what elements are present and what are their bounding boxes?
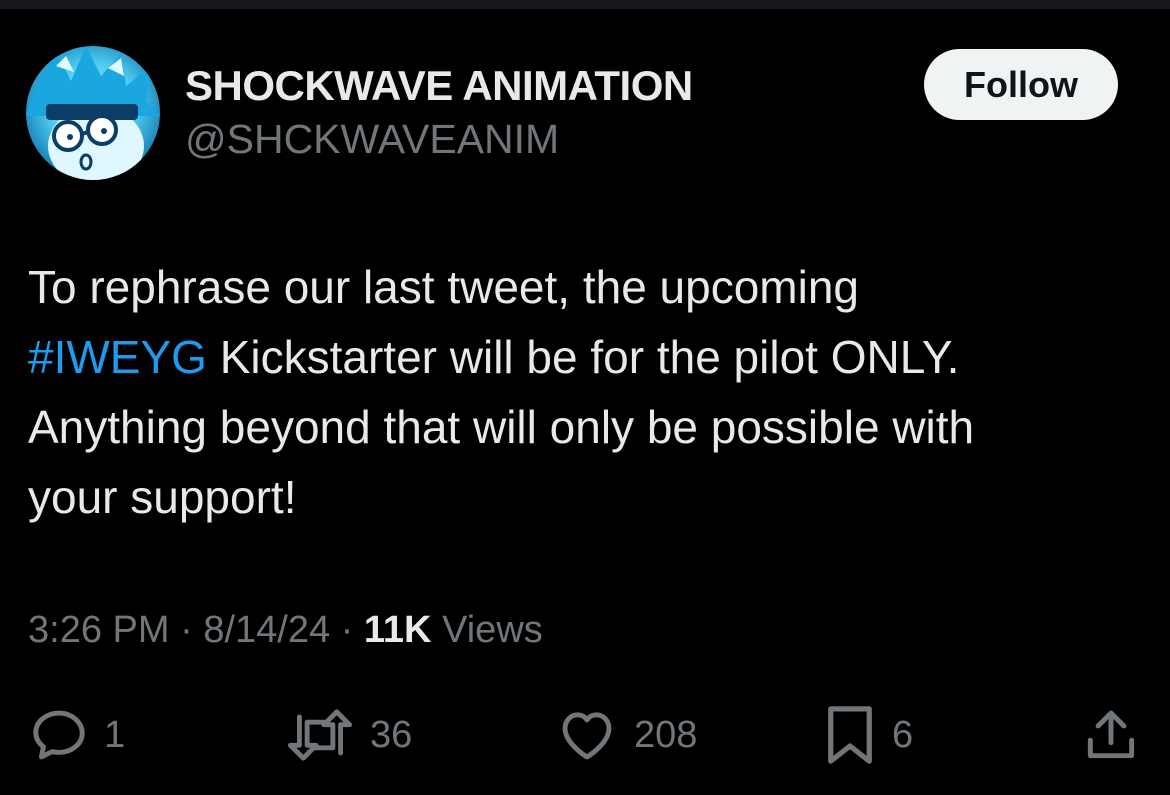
- reply-count: 1: [104, 713, 126, 756]
- tweet-text-segment: To rephrase our last tweet, the upcoming: [28, 261, 860, 313]
- tweet-line: your support!: [28, 462, 1138, 532]
- avatar[interactable]: [26, 46, 160, 180]
- hashtag-link[interactable]: #IWEYG: [28, 331, 207, 383]
- tweet-line: Anything beyond that will only be possib…: [28, 392, 1138, 462]
- user-handle[interactable]: @SHCKWAVEANIM: [185, 116, 559, 163]
- meta-separator: ·: [340, 609, 354, 651]
- tweet-text-segment: Anything beyond that will only be possib…: [28, 401, 975, 453]
- like-button[interactable]: 208: [554, 700, 697, 770]
- heart-icon: [562, 712, 612, 760]
- retweet-count: 36: [370, 713, 413, 756]
- bookmark-button[interactable]: 6: [822, 700, 913, 770]
- reply-button[interactable]: 1: [28, 700, 125, 770]
- follow-button[interactable]: Follow: [924, 49, 1118, 120]
- meta-separator: ·: [180, 609, 193, 651]
- tweet-date[interactable]: 8/14/24: [203, 609, 330, 651]
- views-count: 11K: [363, 609, 432, 651]
- like-count: 208: [634, 713, 698, 756]
- reply-icon: [33, 710, 85, 760]
- share-button[interactable]: [1080, 700, 1142, 770]
- retweet-icon: [287, 709, 353, 761]
- tweet-line: To rephrase our last tweet, the upcoming: [28, 252, 1138, 322]
- tweet-time[interactable]: 3:26 PM: [28, 609, 170, 651]
- action-bar: 1 36 208 6: [0, 700, 1170, 770]
- bookmark-count: 6: [892, 713, 914, 756]
- cartoon-character-avatar-icon: [26, 46, 160, 180]
- top-divider: [0, 0, 1170, 9]
- tweet-text-segment: Kickstarter will be for the pilot ONLY.: [206, 331, 960, 383]
- views-label: Views: [442, 609, 543, 651]
- retweet-button[interactable]: 36: [284, 700, 412, 770]
- display-name[interactable]: SHOCKWAVE ANIMATION: [185, 62, 693, 110]
- tweet-text: To rephrase our last tweet, the upcoming…: [28, 252, 1138, 532]
- bookmark-icon: [828, 706, 872, 764]
- tweet-text-segment: your support!: [28, 471, 297, 523]
- tweet-metadata: 3:26 PM · 8/14/24 · 11K Views: [28, 609, 543, 652]
- share-icon: [1087, 710, 1135, 759]
- tweet-line: #IWEYG Kickstarter will be for the pilot…: [28, 322, 1138, 392]
